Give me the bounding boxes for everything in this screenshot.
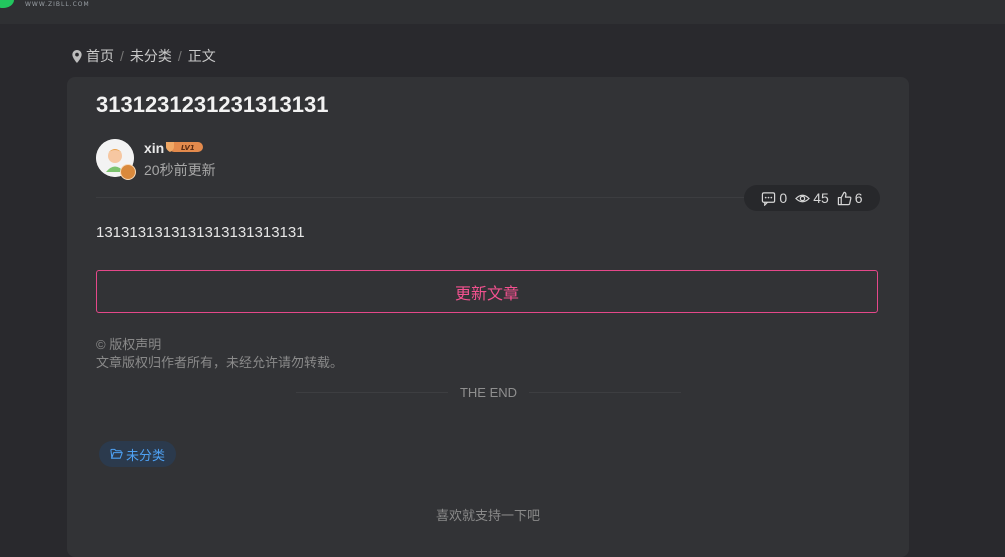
breadcrumb: 首页 / 未分类 / 正文 [72,46,216,66]
the-end-divider: THE END [296,385,681,400]
eye-icon [795,194,811,202]
comment-icon [762,191,776,206]
breadcrumb-separator: / [177,48,182,64]
map-pin-icon [72,49,82,63]
category-tag[interactable]: 未分类 [99,441,176,467]
level-shield-icon: LV1 [166,142,203,152]
breadcrumb-home[interactable]: 首页 [86,46,114,66]
site-logo-text: WWW.ZIBLL.COM [25,1,90,8]
end-line-left [296,392,448,393]
author-name[interactable]: xin [144,140,164,156]
level-label: LV1 [181,144,195,152]
update-article-button[interactable]: 更新文章 [96,270,878,313]
folder-icon [110,448,123,459]
article-content: 1313131313131313131313131 [96,224,305,241]
comment-count-value: 0 [779,190,788,206]
copyright-title: © 版权声明 [96,337,162,352]
copyright-text: 文章版权归作者所有，未经允许请勿转载。 [96,355,344,370]
meta-divider [96,197,746,198]
author-badge-icon [120,164,136,180]
breadcrumb-current: 正文 [187,48,216,64]
like-count[interactable]: 6 [837,190,863,206]
article-card: 3131231231231313131 xin LV1 20秒前更新 0 45 … [67,77,909,557]
view-count: 45 [795,190,829,206]
like-count-value: 6 [854,190,863,206]
article-stats: 0 45 6 [744,185,880,211]
support-text: 喜欢就支持一下吧 [435,508,540,523]
view-count-value: 45 [813,190,829,206]
article-title: 3131231231231313131 [96,92,329,117]
site-logo[interactable] [0,0,14,8]
breadcrumb-separator: / [120,48,124,64]
end-line-right [529,392,681,393]
end-text: THE END [459,385,518,400]
top-navbar: WWW.ZIBLL.COM [0,0,1005,24]
breadcrumb-category[interactable]: 未分类 [130,46,172,66]
comment-count[interactable]: 0 [761,190,787,206]
update-time: 20秒前更新 [144,162,216,178]
category-tag-label: 未分类 [125,447,165,463]
thumbs-up-icon [837,191,852,205]
